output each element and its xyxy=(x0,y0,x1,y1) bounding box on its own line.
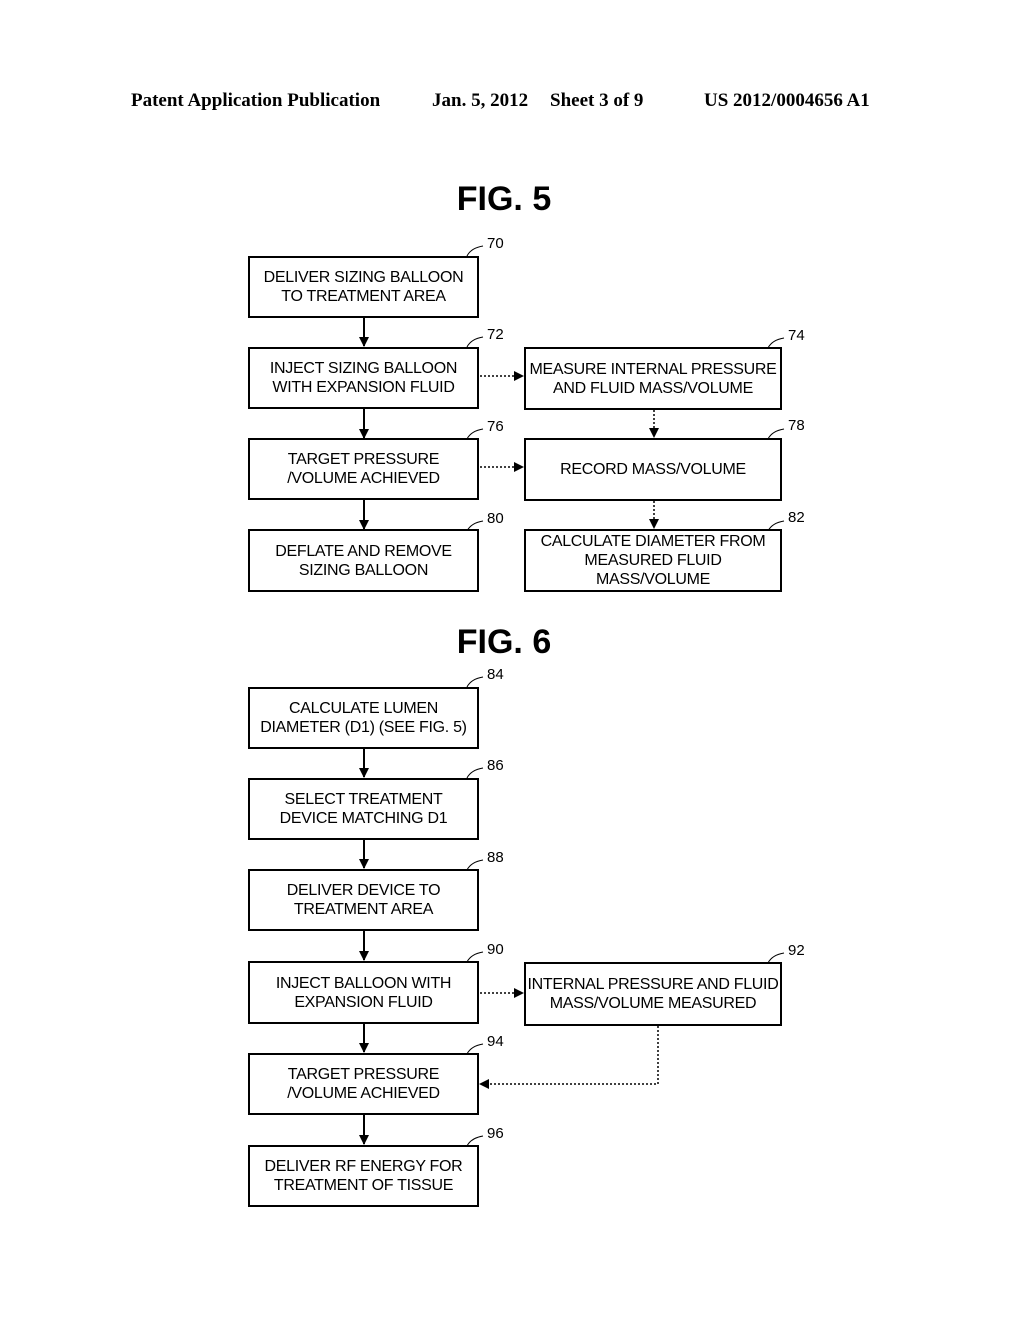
ref-80: 80 xyxy=(487,510,504,527)
ref-90: 90 xyxy=(487,941,504,958)
ref-92: 92 xyxy=(788,942,805,959)
ref-82: 82 xyxy=(788,509,805,526)
step-96: DELIVER RF ENERGY FOR TREATMENT OF TISSU… xyxy=(248,1145,479,1207)
step-78: RECORD MASS/VOLUME xyxy=(524,438,782,501)
ref-88: 88 xyxy=(487,849,504,866)
ref-78: 78 xyxy=(788,417,805,434)
step-72: INJECT SIZING BALLOON WITH EXPANSION FLU… xyxy=(248,347,479,409)
step-76: TARGET PRESSURE /VOLUME ACHIEVED xyxy=(248,438,479,500)
ref-94: 94 xyxy=(487,1033,504,1050)
fig6-title: FIG. 6 xyxy=(456,623,552,661)
ref-96: 96 xyxy=(487,1125,504,1142)
step-82: CALCULATE DIAMETER FROM MEASURED FLUID M… xyxy=(524,529,782,592)
ref-86: 86 xyxy=(487,757,504,774)
step-92: INTERNAL PRESSURE AND FLUID MASS/VOLUME … xyxy=(524,962,782,1026)
fig5-title: FIG. 5 xyxy=(456,180,552,218)
ref-70: 70 xyxy=(487,235,504,252)
ref-72: 72 xyxy=(487,326,504,343)
ref-84: 84 xyxy=(487,666,504,683)
step-94: TARGET PRESSURE /VOLUME ACHIEVED xyxy=(248,1053,479,1115)
step-84: CALCULATE LUMEN DIAMETER (D1) (SEE FIG. … xyxy=(248,687,479,749)
ref-74: 74 xyxy=(788,327,805,344)
step-74: MEASURE INTERNAL PRESSURE AND FLUID MASS… xyxy=(524,347,782,410)
step-80: DEFLATE AND REMOVE SIZING BALLOON xyxy=(248,529,479,592)
ref-76: 76 xyxy=(487,418,504,435)
step-70: DELIVER SIZING BALLOON TO TREATMENT AREA xyxy=(248,256,479,318)
step-88: DELIVER DEVICE TO TREATMENT AREA xyxy=(248,869,479,931)
arrow-92-94 xyxy=(479,1026,659,1089)
step-90: INJECT BALLOON WITH EXPANSION FLUID xyxy=(248,961,479,1024)
step-86: SELECT TREATMENT DEVICE MATCHING D1 xyxy=(248,778,479,840)
